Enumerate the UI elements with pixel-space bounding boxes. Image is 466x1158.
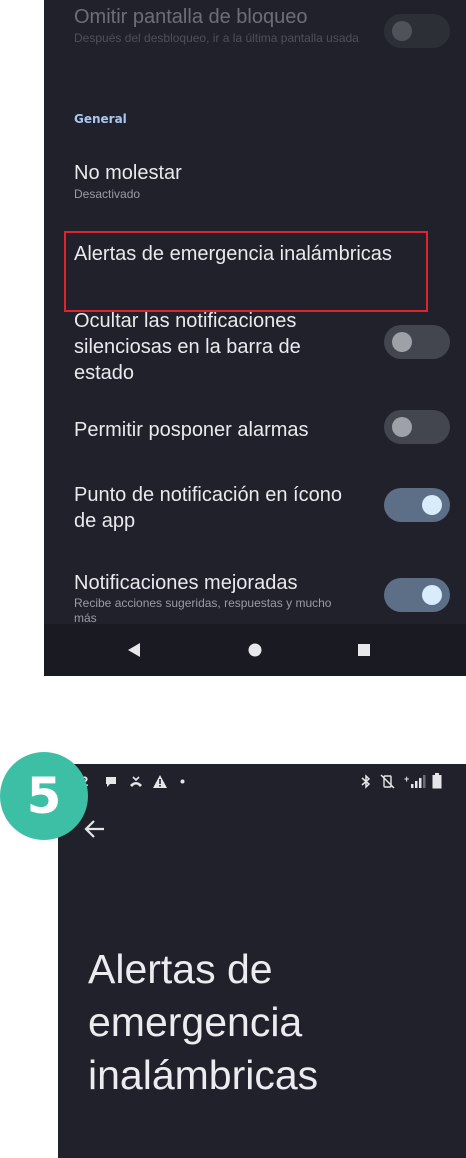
enhanced-notifications-subtitle: Recibe acciones sugeridas, respuestas y … [74,596,332,625]
highlight-box [64,231,428,312]
snooze-alarms-row[interactable]: Permitir posponer alarmas [44,408,466,452]
lockscreen-skip-row[interactable]: Omitir pantalla de bloqueo Después del d… [44,0,466,80]
toggle-knob [422,495,442,515]
signal-icon [411,775,426,788]
do-not-disturb-subtitle: Desactivado [74,187,141,201]
vibrate-off-icon [380,774,395,789]
notification-dot-row[interactable]: Punto de notificación en ícono de app [44,482,466,534]
enhanced-notifications-toggle[interactable] [384,578,450,612]
toggle-knob [392,21,412,41]
warning-icon [153,775,167,788]
navigation-bar [44,624,466,676]
nav-recents-button[interactable] [334,624,394,676]
toggle-knob [422,585,442,605]
nav-back-button[interactable] [104,624,164,676]
do-not-disturb-title: No molestar [74,162,182,184]
settings-screenshot-top: Omitir pantalla de bloqueo Después del d… [44,0,466,676]
arrow-left-icon[interactable] [82,816,108,842]
toggle-knob [392,417,412,437]
bluetooth-icon [361,774,371,789]
lockscreen-skip-toggle[interactable] [384,14,450,48]
missed-call-icon [130,776,142,787]
chat-bubble-icon [106,777,116,787]
hide-silent-row[interactable]: Ocultar las notificaciones silenciosas e… [44,308,466,384]
toggle-knob [392,332,412,352]
lockscreen-skip-title: Omitir pantalla de bloqueo [74,6,308,28]
lockscreen-skip-subtitle: Después del desbloqueo, ir a la última p… [74,31,359,45]
nav-home-button[interactable] [225,624,285,676]
settings-screenshot-bottom: :52 + [58,764,466,1158]
page-title: Alertas de emergencia inalámbricas [88,946,319,1099]
hide-silent-title: Ocultar las notificaciones silenciosas e… [74,310,301,384]
network-label: + [404,774,410,784]
enhanced-notifications-title: Notificaciones mejoradas [74,572,298,594]
status-bar: :52 + [58,764,466,798]
enhanced-notifications-row[interactable]: Notificaciones mejoradas Recibe acciones… [44,567,466,627]
snooze-alarms-title: Permitir posponer alarmas [74,419,309,441]
snooze-alarms-toggle[interactable] [384,410,450,444]
section-header-general: General [74,112,127,126]
circle-home-icon [248,643,262,657]
notification-dot-toggle[interactable] [384,488,450,522]
battery-icon [432,773,442,789]
notification-dot-title: Punto de notificación en ícono de app [74,484,342,532]
triangle-back-icon [128,643,140,657]
hide-silent-toggle[interactable] [384,325,450,359]
square-recents-icon [358,644,370,656]
dot-icon [180,779,185,784]
do-not-disturb-row[interactable]: No molestar Desactivado [44,150,466,210]
step-number-badge: 5 [0,752,88,840]
